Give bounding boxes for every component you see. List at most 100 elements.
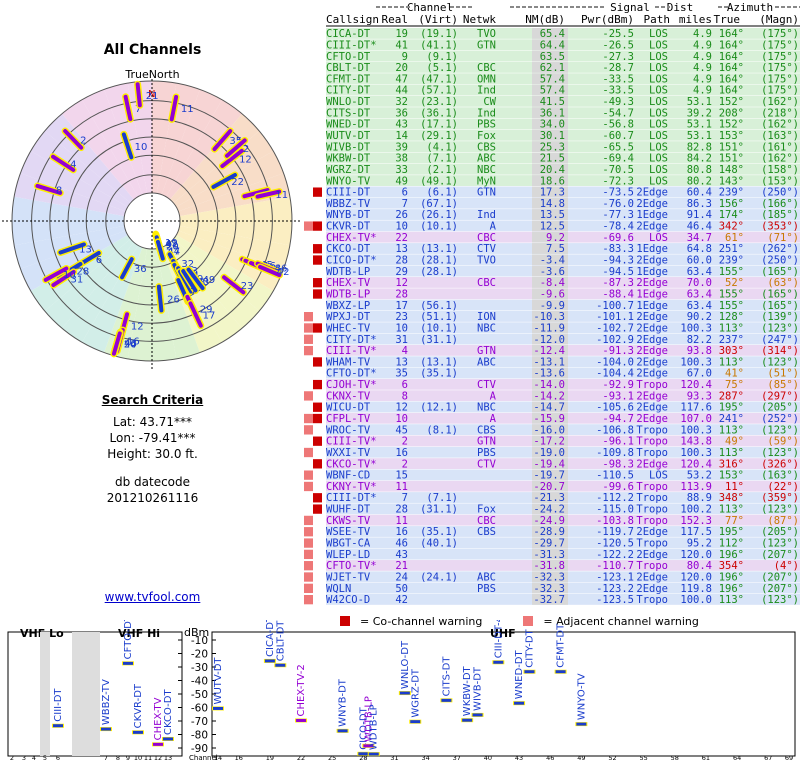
table-row[interactable]: WLEP-LD 43 -31.3 -122.2 2Edge 120.0 196° (207°)	[304, 548, 800, 561]
cell-t: 113°	[719, 594, 744, 606]
cell-real: 22	[395, 232, 408, 244]
cell-t: 61°	[725, 232, 744, 244]
cell-nm: -10.3	[533, 311, 565, 323]
adjacent-warning-icon	[304, 527, 313, 537]
cell-virt: (23.1)	[420, 96, 458, 108]
table-row[interactable]: WUHF-DT 28 (31.1) Fox -24.2 -115.0 Tropo 100.2 1…	[313, 503, 800, 516]
table-row[interactable]: W42CO-D 42 -32.7 -123.5 Tropo 100.0 113° (123°)	[304, 594, 800, 606]
cell-dist: 143.8	[680, 436, 712, 448]
table-row[interactable]: CITS-DT 36 (36.1) Ind 36.1 -54.7 LOS 39.2 208° (2…	[326, 107, 800, 119]
polar-mark-label: 7	[190, 287, 196, 298]
cell-dist: 4.9	[693, 39, 712, 51]
table-row[interactable]: WNYO-TV 49 (49.1) MyN 18.6 -72.3 LOS 80.2 143° (1…	[326, 175, 800, 187]
table-row[interactable]: WNED-DT 43 (17.1) PBS 34.0 -56.8 LOS 53.1 152° (1…	[326, 118, 800, 131]
cell-net: Fox	[477, 130, 496, 142]
table-row[interactable]: CIII-TV* 2 GTN -17.2 -96.1 Tropo 143.8 49° (59°)	[313, 435, 800, 448]
table-row[interactable]: WHAM-TV 13 (13.1) ABC -13.1 -104.0 2Edge 100.3 1…	[313, 356, 800, 368]
table-row[interactable]: CIII-DT* 7 (7.1) -21.3 -112.2 Tropo 88.9 348° (3…	[313, 492, 800, 504]
table-row[interactable]: CHEX-TV 12 CBC -8.4 -87.3 2Edge 70.0 52° (63°)	[313, 277, 800, 289]
cell-virt: (19.1)	[420, 28, 458, 40]
table-row[interactable]: CFPL-TV 10 A -15.9 -94.7 2Edge 107.0 241° (252°)	[304, 412, 800, 425]
cell-nm: -19.4	[533, 458, 565, 470]
spectrum-bar	[358, 752, 369, 756]
cell-real: 35	[395, 368, 408, 380]
table-row[interactable]: CJOH-TV* 6 CTV -14.0 -92.9 Tropo 120.4 75° (85°)	[313, 378, 800, 391]
table-row[interactable]: WICU-DT 12 (12.1) NBC -14.7 -105.6 2Edge 117.6 1…	[313, 401, 800, 414]
y-tick-label: -80	[191, 730, 208, 742]
co-channel-warning-icon	[313, 493, 322, 503]
cell-pwr: -109.8	[596, 447, 634, 459]
table-row[interactable]: WIVB-DT 39 (4.1) CBS 25.3 -65.5 LOS 82.8 151° (16…	[326, 141, 800, 153]
table-row[interactable]: WDTB-LP 29 (28.1) -3.6 -94.5 1Edge 63.4 155° (16…	[326, 265, 800, 278]
table-row[interactable]: WJET-TV 24 (24.1) ABC -32.3 -123.1 2Edge 120.0 1…	[304, 571, 800, 583]
table-row[interactable]: WPXJ-DT 23 (51.1) ION -10.3 -101.1 2Edge 90.2 12…	[304, 311, 800, 323]
cell-nm: -29.7	[533, 538, 565, 550]
cell-m: (123°)	[761, 504, 799, 516]
cell-pwr: -98.3	[602, 458, 634, 470]
cell-net: GTN	[477, 187, 496, 199]
table-row[interactable]: CKNX-TV 8 A -14.2 -93.1 2Edge 93.3 287° (297°)	[304, 390, 800, 402]
table-row[interactable]: CICO-DT* 28 (28.1) TVO -3.4 -94.3 2Edge 60.0 239…	[313, 254, 800, 267]
table-row[interactable]: WBNF-CD 15 -19.7 -110.5 LOS 53.2 153° (163°)	[304, 469, 800, 482]
cell-m: (123°)	[761, 424, 799, 436]
table-row[interactable]: WNLO-DT 32 (23.1) CW 41.5 -49.3 LOS 53.1 152° (16…	[326, 95, 800, 108]
table-row[interactable]: CFMT-DT 47 (47.1) OMN 57.4 -33.5 LOS 4.9 164° (17…	[326, 73, 800, 85]
cell-dist: 100.2	[680, 504, 712, 516]
cell-real: 20	[395, 62, 408, 74]
cell-virt: (36.1)	[420, 107, 458, 119]
cell-path: 2Edge	[636, 458, 668, 470]
spectrum-bar	[555, 670, 566, 674]
cell-path: LOS	[649, 28, 668, 40]
cell-real: 47	[395, 73, 408, 85]
table-row[interactable]: WGRZ-DT 33 (2.1) NBC 20.4 -70.5 LOS 80.8 148° (15…	[326, 163, 800, 176]
cell-virt: (26.1)	[420, 209, 458, 221]
tvfool-link[interactable]: www.tvfool.com	[0, 590, 305, 604]
table-row[interactable]: CHEX-TV* 22 CBC 9.2 -69.6 LOS 34.7 61° (71°)	[326, 231, 800, 244]
table-row[interactable]: WBXZ-LP 17 (56.1) -9.9 -100.7 1Edge 63.4 155° (1…	[326, 299, 800, 312]
cell-t: 196°	[719, 549, 744, 561]
cell-virt: (17.1)	[420, 119, 458, 131]
table-row[interactable]: CFTO-DT 9 (9.1) 63.5 -27.3 LOS 4.9 164° (175°)	[326, 50, 800, 63]
table-row[interactable]: WNYB-DT 26 (26.1) Ind 13.5 -77.3 1Edge 91.4 174°…	[326, 209, 800, 221]
table-row[interactable]: WDTB-LP 28 -9.6 -88.4 1Edge 63.4 155° (165°)	[313, 288, 800, 300]
table-row[interactable]: CITY-DT* 31 (31.1) -12.0 -102.9 2Edge 82.2 237°…	[304, 333, 800, 346]
cell-real: 42	[395, 594, 408, 606]
table-row[interactable]: WBBZ-TV 7 (67.1) 14.8 -76.0 2Edge 86.3 156° (166…	[326, 197, 800, 210]
table-row[interactable]: CKVR-DT 10 (10.1) A 12.5 -78.4 2Edge 46.4 342° (3…	[304, 220, 800, 233]
table-row[interactable]: CIII-DT* 41 (41.1) GTN 64.4 -26.5 LOS 4.9 164° (1…	[326, 39, 800, 51]
table-row[interactable]: WQLN 50 PBS -32.3 -123.2 2Edge 119.8 196° (207°)	[304, 582, 800, 595]
cell-nm: 30.1	[540, 130, 565, 142]
table-row[interactable]: CIII-TV* 4 GTN -12.4 -91.3 2Edge 93.8 303° (314°…	[304, 344, 800, 357]
table-row[interactable]: WHEC-TV 10 (10.1) NBC -11.9 -102.7 2Edge 100.3 1…	[304, 322, 800, 334]
cell-nm: -8.4	[540, 277, 565, 289]
cell-pwr: -83.3	[602, 243, 634, 255]
table-row[interactable]: WUTV-DT 14 (29.1) Fox 30.1 -60.7 LOS 53.1 153° (1…	[326, 129, 800, 142]
table-row[interactable]: CICA-DT 19 (19.1) TVO 65.4 -25.5 LOS 4.9 164° (17…	[326, 28, 800, 40]
cell-cs: CIII-TV*	[326, 436, 377, 448]
cell-m: (165°)	[761, 300, 799, 312]
cell-nm: 12.5	[540, 221, 565, 233]
table-row[interactable]: WROC-TV 45 (8.1) CBS -16.0 -106.8 Tropo 100.3 11…	[304, 424, 800, 436]
table-row[interactable]: CITY-DT 44 (57.1) Ind 57.4 -33.5 LOS 4.9 164° (17…	[326, 84, 800, 97]
cell-virt: (35.1)	[420, 526, 458, 538]
table-row[interactable]: WKBW-DT 38 (7.1) ABC 21.5 -69.4 LOS 84.2 151° (16…	[326, 152, 800, 165]
table-row[interactable]: CIII-DT 6 (6.1) GTN 17.3 -73.5 2Edge 60.4 239° (2…	[313, 186, 800, 199]
table-row[interactable]: CKCO-DT 13 (13.1) CTV 7.5 -83.3 1Edge 64.8 251° (…	[313, 243, 800, 255]
table-row[interactable]: CFTO-TV* 21 -31.8 -110.7 Tropo 80.4 354° (4°)	[304, 560, 800, 572]
spectrum-bar-label: WNYB-DT	[338, 678, 349, 727]
table-row[interactable]: WSEE-TV 16 (35.1) CBS -28.9 -119.7 2Edge 117.5 1…	[304, 526, 800, 538]
cell-path: 2Edge	[636, 402, 668, 414]
table-row[interactable]: CFTO-DT* 35 (35.1) -13.6 -104.4 2Edge 67.0 41° (…	[326, 367, 800, 380]
cell-pwr: -102.9	[596, 334, 634, 346]
cell-dist: 63.4	[687, 266, 712, 278]
table-row[interactable]: CBLT-DT 20 (5.1) CBC 62.1 -28.7 LOS 4.9 164° (175…	[326, 61, 800, 74]
cell-m: (123°)	[761, 322, 799, 334]
cell-net: GTN	[477, 436, 496, 448]
cell-real: 13	[395, 356, 408, 368]
cell-m: (250°)	[761, 187, 799, 199]
table-row[interactable]: CKNY-TV* 11 -20.7 -99.6 Tropo 113.9 11° (22°)	[304, 480, 800, 493]
table-row[interactable]: WBGT-CA 46 (40.1) -29.7 -120.5 Tropo 95.2 112° (…	[304, 537, 800, 550]
table-row[interactable]: WXXI-TV 16 PBS -19.0 -109.8 Tropo 100.3 113° (12…	[304, 446, 800, 459]
table-row[interactable]: CKWS-TV 11 CBC -24.9 -103.8 Tropo 152.3 77° (87°…	[304, 514, 800, 527]
table-row[interactable]: CKCO-TV* 2 CTV -19.4 -98.3 2Edge 120.4 316° (326…	[313, 458, 800, 470]
